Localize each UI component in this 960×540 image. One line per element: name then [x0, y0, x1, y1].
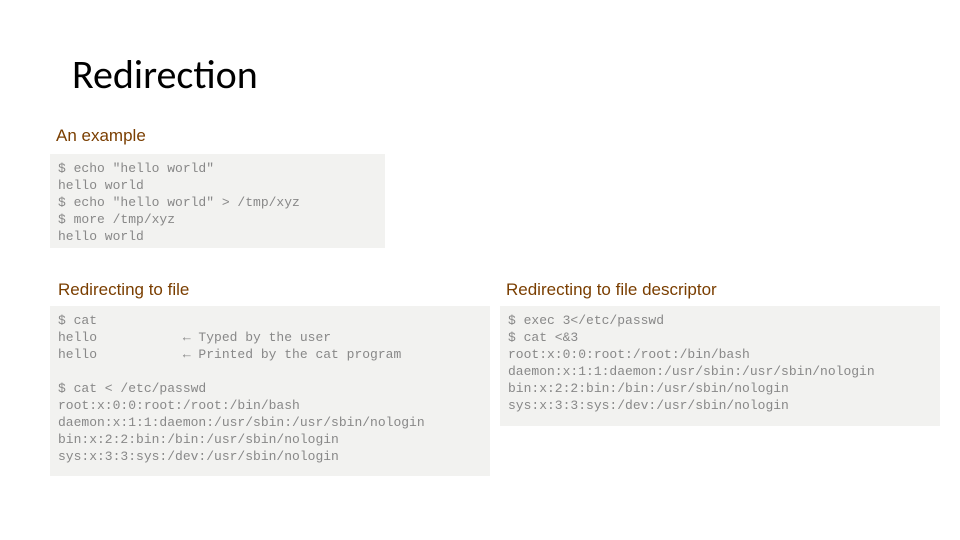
page-title: Redirection	[72, 50, 258, 99]
code-block-example: $ echo "hello world" hello world $ echo …	[50, 154, 385, 248]
heading-redirect-to-file: Redirecting to file	[58, 280, 189, 300]
code-block-redirect-to-file: $ cat hello ← Typed by the user hello ← …	[50, 306, 490, 476]
heading-example: An example	[56, 126, 146, 146]
code-block-redirect-to-fd: $ exec 3</etc/passwd $ cat <&3 root:x:0:…	[500, 306, 940, 426]
heading-redirect-to-fd: Redirecting to file descriptor	[506, 280, 717, 300]
slide: Redirection An example $ echo "hello wor…	[0, 0, 960, 540]
